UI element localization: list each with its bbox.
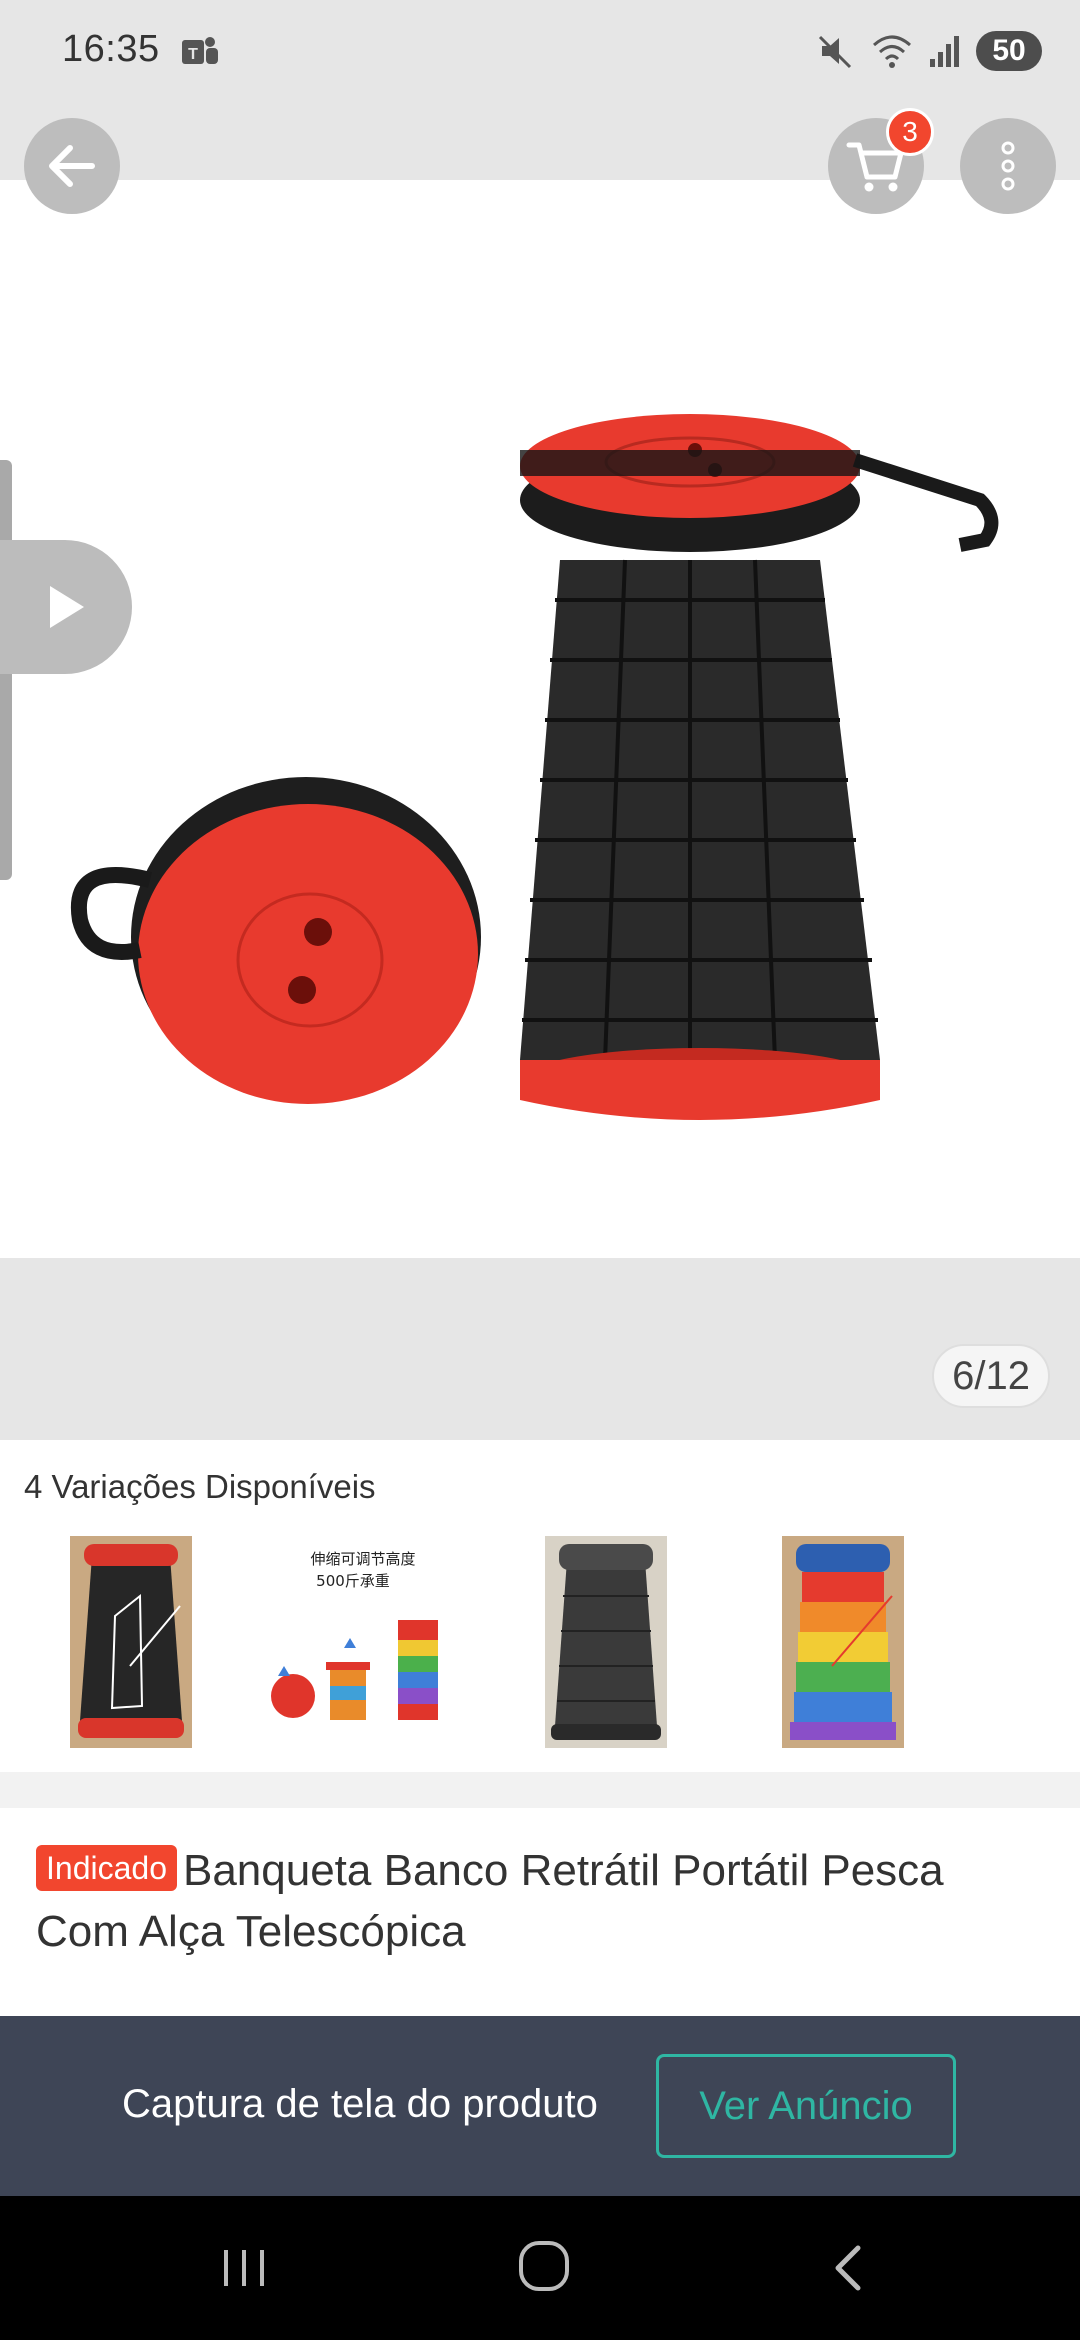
wifi-icon (873, 35, 911, 68)
recommended-badge: Indicado (36, 1845, 177, 1891)
system-nav-bar (0, 2196, 1080, 2340)
more-vert-icon (1001, 141, 1015, 191)
product-title-block: Indicado Banqueta Banco Retrátil Portátil… (36, 1840, 1046, 1962)
status-bar: 16:35 T 50 (0, 0, 1080, 110)
recent-apps-icon[interactable] (218, 2242, 270, 2294)
status-time: 16:35 (62, 28, 160, 70)
thumb2-caption-2: 500斤承重 (316, 1572, 390, 1590)
variation-thumb-4[interactable] (782, 1536, 904, 1748)
product-image[interactable] (0, 180, 1080, 1258)
back-nav-icon[interactable] (826, 2242, 870, 2294)
signal-icon (930, 36, 959, 67)
section-separator (0, 1772, 1080, 1808)
status-icons: 50 (816, 26, 1042, 76)
cart-count-badge: 3 (886, 108, 934, 156)
variations-section: 4 Variações Disponíveis 伸缩可调节高度 500斤承重 (0, 1440, 1080, 1770)
variation-thumb-2[interactable]: 伸缩可调节高度 500斤承重 (258, 1536, 458, 1748)
play-video-button[interactable] (0, 540, 132, 674)
screenshot-banner: Captura de tela do produto Ver Anúncio (0, 2016, 1080, 2196)
variations-title: 4 Variações Disponíveis (24, 1468, 376, 1505)
thumb2-caption-1: 伸缩可调节高度 (310, 1550, 415, 1568)
banner-text: Captura de tela do produto (122, 2082, 598, 2126)
mute-icon (818, 35, 852, 69)
cart-button[interactable]: 3 (828, 108, 934, 214)
view-listing-button[interactable]: Ver Anúncio (656, 2054, 956, 2158)
image-page-counter: 6/12 (932, 1344, 1050, 1408)
teams-icon: T (182, 37, 218, 64)
play-icon (50, 586, 84, 628)
svg-text:T: T (188, 46, 198, 63)
battery-level: 50 (976, 31, 1042, 71)
variation-thumb-3[interactable] (545, 1536, 667, 1748)
product-gallery[interactable]: 3 6/12 (0, 108, 1080, 1440)
more-options-button[interactable] (960, 118, 1056, 214)
back-button[interactable] (24, 118, 120, 214)
stool-illustration (70, 414, 999, 1120)
back-arrow-icon (49, 145, 95, 187)
home-icon[interactable] (516, 2238, 572, 2294)
variation-thumb-1[interactable] (70, 1536, 192, 1748)
